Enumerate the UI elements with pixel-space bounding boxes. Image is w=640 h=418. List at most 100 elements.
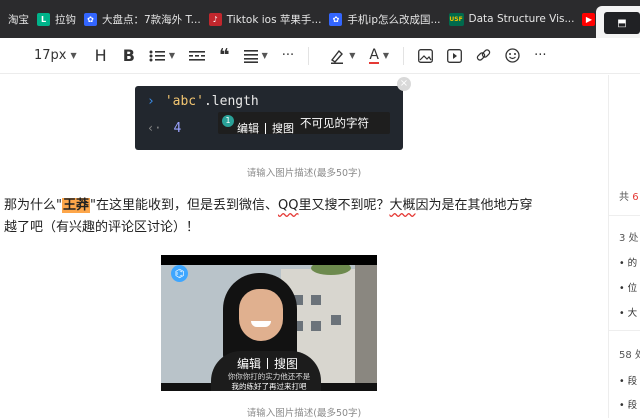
text-span: 那为什么" xyxy=(4,198,62,213)
image-edit-overlay: 编辑 搜图 xyxy=(237,355,298,372)
divider-icon xyxy=(189,50,206,61)
image-window xyxy=(331,315,341,325)
panel-item[interactable]: • 大 xyxy=(619,305,637,319)
bookmark-item[interactable]: ♪ Tiktok ios 苹果手... xyxy=(201,0,322,38)
bookmark-item[interactable]: USF Data Structure Vis... xyxy=(441,0,575,38)
text-span: 里又搜不到呢？ xyxy=(298,198,390,213)
edit-image-button[interactable]: 编辑 xyxy=(237,120,259,136)
more-insert-button[interactable]: ··· xyxy=(534,38,546,74)
tiktok-icon: ♪ xyxy=(208,12,222,26)
heading-label: H xyxy=(94,46,107,65)
chevron-down-icon: ▼ xyxy=(349,51,356,60)
bookmark-item[interactable]: 淘宝 xyxy=(0,0,29,38)
emoji-button[interactable] xyxy=(505,38,520,74)
error-count: 共 6 xyxy=(619,188,639,203)
chevron-down-icon: ▼ xyxy=(168,51,176,60)
image-person-face xyxy=(239,289,283,341)
bookmark-item[interactable]: ✿ 手机ip怎么改成国... xyxy=(321,0,441,38)
document-area[interactable]: › 'abc'.length ‹· 4 1 不可见的字符 编辑 搜图 × 请输入图片… xyxy=(0,75,608,418)
bookmark-item[interactable]: ✿ 大盘点：7款海外 T... xyxy=(76,0,201,38)
insert-video-button[interactable] xyxy=(447,38,463,74)
code-string: 'abc' xyxy=(164,94,204,109)
bold-button[interactable]: B xyxy=(123,38,135,74)
quote-button[interactable]: ❝ xyxy=(219,38,230,74)
panel-item[interactable]: • 段 xyxy=(619,397,637,411)
bookmark-label: Tiktok ios 苹果手... xyxy=(226,13,322,26)
overlay-divider xyxy=(267,358,269,369)
meme-image[interactable]: ⌬ 编辑 搜图 你你你打的实力他还不是 我的练好了再过来打吧 xyxy=(161,255,377,391)
panel-divider xyxy=(609,330,640,331)
paragraph[interactable]: 那为什么"王莽"在这里能收到，但是丢到微信、QQ里又搜不到呢？大概因为是在其他地… xyxy=(4,195,544,239)
highlighter-icon xyxy=(331,49,344,64)
subtitle-line-2: 我的练好了再过来打吧 xyxy=(231,382,307,391)
panel-item-text: 大 xyxy=(627,308,638,319)
bold-label: B xyxy=(122,46,135,65)
insert-image-button[interactable] xyxy=(418,38,434,74)
image-caption-input[interactable]: 请输入图片描述(最多50字) xyxy=(0,405,608,418)
search-image-button[interactable]: 搜图 xyxy=(274,355,298,372)
overlay-divider xyxy=(265,122,266,134)
divider-button[interactable] xyxy=(189,38,206,74)
emoji-icon xyxy=(505,48,520,63)
result-arrow: ‹· xyxy=(147,121,162,135)
bookmark-label: 淘宝 xyxy=(8,13,29,26)
tooltip-badge: 1 xyxy=(222,115,234,127)
insert-link-button[interactable] xyxy=(476,38,491,74)
image-recognition-icon[interactable]: ⌬ xyxy=(171,265,188,282)
spellcheck-text: 大概 xyxy=(389,198,416,213)
code-property: .length xyxy=(203,94,259,109)
panel-item[interactable]: • 位 xyxy=(619,280,637,294)
image-icon xyxy=(418,48,434,63)
heading-button[interactable]: H xyxy=(95,38,107,74)
panel-item[interactable]: • 段 xyxy=(619,373,637,387)
align-icon xyxy=(243,49,258,63)
panel-item[interactable]: • 的 xyxy=(619,255,637,269)
extension-button[interactable]: ⬒ xyxy=(604,12,640,34)
count-number: 6 xyxy=(632,192,639,203)
spellcheck-text: QQ xyxy=(277,198,299,213)
close-icon[interactable]: × xyxy=(397,77,411,91)
panel-item-text: 段 xyxy=(627,376,638,387)
edit-image-button[interactable]: 编辑 xyxy=(237,355,261,372)
font-size-value: 17px xyxy=(34,48,67,63)
chevron-down-icon: ▼ xyxy=(382,51,390,60)
toolbar-divider xyxy=(403,46,405,65)
bookmark-label: 手机ip怎么改成国... xyxy=(347,13,441,26)
align-button[interactable]: ▼ xyxy=(243,38,268,74)
prompt-arrow: › xyxy=(147,94,155,109)
video-icon xyxy=(447,48,463,63)
highlight-button[interactable]: ▼ xyxy=(329,38,355,74)
result-value: 4 xyxy=(173,121,182,136)
more-button[interactable]: ··· xyxy=(282,38,294,74)
bookmarks-bar: 淘宝 L 拉钩 ✿ 大盘点：7款海外 T... ♪ Tiktok ios 苹果手... ✿ 手机… xyxy=(0,0,640,38)
image-edit-overlay: 编辑 搜图 xyxy=(237,120,294,136)
chevron-down-icon: ▼ xyxy=(261,51,268,60)
group-header: 3 处 xyxy=(619,233,639,244)
group-header: 58 处 xyxy=(619,350,640,361)
more-icon: ··· xyxy=(534,48,547,63)
extension-icon: ⬒ xyxy=(617,17,627,29)
image-window xyxy=(311,321,321,331)
bookmark-label: 拉钩 xyxy=(55,13,76,26)
bookmark-label: Data Structure Vis... xyxy=(468,13,575,25)
list-button[interactable]: ▼ xyxy=(149,38,175,74)
image-caption-input[interactable]: 请输入图片描述(最多50字) xyxy=(0,165,608,179)
image-building xyxy=(355,265,377,383)
panel-item-text: 的 xyxy=(627,258,638,269)
text-span: "在这里能收到，但是丢到微信、 xyxy=(90,198,278,213)
lagou-icon: L xyxy=(37,12,50,26)
baidu-paw-icon: ✿ xyxy=(84,12,97,26)
editor-toolbar: 17px ▼ H B ▼ ❝ ▼ ··· ▼ A ▼ ··· xyxy=(0,38,640,74)
search-image-button[interactable]: 搜图 xyxy=(272,120,294,136)
usf-icon: USF xyxy=(448,12,464,26)
panel-item-text: 位 xyxy=(627,283,638,294)
youtube-icon: ▶ xyxy=(582,12,596,26)
more-icon: ··· xyxy=(281,48,295,63)
bookmark-item[interactable]: L 拉钩 xyxy=(29,0,76,38)
bookmark-label: 大盘点：7款海外 T... xyxy=(102,13,201,26)
font-size-select[interactable]: 17px ▼ xyxy=(34,38,77,74)
count-prefix: 共 xyxy=(619,192,629,203)
image-letterbox xyxy=(161,255,377,265)
font-color-button[interactable]: A ▼ xyxy=(369,38,389,74)
image-window xyxy=(311,295,321,305)
